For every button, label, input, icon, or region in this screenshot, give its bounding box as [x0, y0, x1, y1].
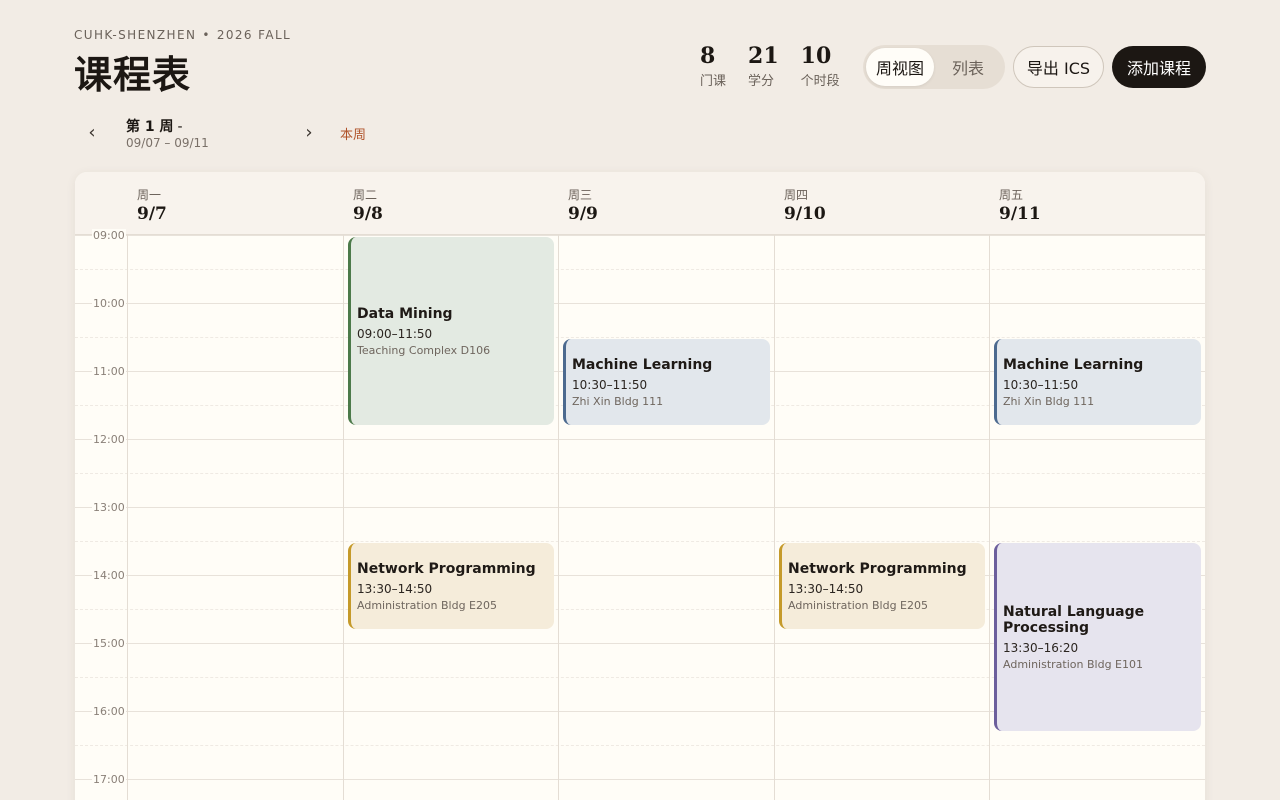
stat-credits-value: 21	[748, 43, 779, 69]
hour-line	[75, 779, 1205, 780]
course-location: Zhi Xin Bldg 111	[572, 394, 664, 408]
add-course-button[interactable]: 添加课程	[1112, 46, 1206, 88]
half-hour-line	[75, 269, 1205, 270]
separator-dot: •	[202, 28, 211, 42]
hour-label: 13:00	[92, 501, 126, 514]
hour-label: 11:00	[92, 365, 126, 378]
course-event[interactable]: Network Programming 13:30–14:50 Administ…	[779, 543, 985, 629]
day-header-mon: 周一 9/7	[137, 186, 167, 224]
stat-courses-value: 8	[700, 43, 716, 69]
day-name: 周五	[999, 188, 1024, 202]
stat-slots-value: 10	[800, 43, 832, 69]
day-date: 9/10	[784, 204, 826, 224]
stat-courses-label: 门课	[700, 74, 727, 89]
day-date: 9/9	[568, 204, 598, 224]
half-hour-line	[75, 473, 1205, 474]
export-ics-button[interactable]: 导出 ICS	[1013, 46, 1104, 88]
half-hour-line	[75, 337, 1205, 338]
course-location: Administration Bldg E205	[788, 598, 928, 612]
column-line	[558, 235, 559, 800]
time-grid: 09:00 10:00 11:00 12:00 13:00 14:00 15:0…	[75, 229, 1205, 800]
school-name: CUHK-SHENZHEN	[74, 28, 197, 42]
course-event[interactable]: Network Programming 13:30–14:50 Administ…	[348, 543, 554, 629]
hour-label: 16:00	[92, 705, 126, 718]
course-time: 09:00–11:50	[357, 326, 433, 341]
course-location: Administration Bldg E101	[1003, 657, 1143, 671]
half-hour-line	[75, 745, 1205, 746]
week-number: 第 1 周	[126, 119, 174, 135]
week-range: 09/07 – 09/11	[126, 136, 209, 150]
week-title: 第 1 周-	[126, 116, 183, 136]
page-title: 课程表	[74, 52, 192, 97]
course-name: Network Programming	[788, 560, 967, 577]
this-week-link[interactable]: 本周	[340, 124, 366, 143]
course-location: Teaching Complex D106	[357, 343, 491, 357]
day-date: 9/7	[137, 204, 167, 224]
course-event[interactable]: Data Mining 09:00–11:50 Teaching Complex…	[348, 237, 554, 425]
column-line	[343, 235, 344, 800]
half-hour-line	[75, 541, 1205, 542]
term-name: 2026 FALL	[216, 28, 292, 42]
hour-label: 14:00	[92, 569, 126, 582]
week-calendar: 周一 9/7 周二 9/8 周三 9/9 周四 9/10 周五 9/11 09:…	[75, 172, 1205, 800]
hour-label: 15:00	[92, 637, 126, 650]
column-line	[127, 235, 128, 800]
course-name: Machine Learning	[572, 356, 713, 373]
course-time: 13:30–14:50	[788, 581, 864, 596]
column-line	[774, 235, 775, 800]
stat-slots-label: 个时段	[800, 74, 840, 89]
course-name: Network Programming	[357, 560, 536, 577]
hour-label: 10:00	[92, 297, 126, 310]
column-line	[989, 235, 990, 800]
day-name: 周四	[784, 188, 809, 202]
next-week-icon[interactable]: ›	[299, 122, 319, 143]
course-name: Natural Language Processing	[1003, 603, 1145, 636]
hour-line	[75, 439, 1205, 440]
hour-label: 09:00	[92, 229, 126, 242]
week-view-button[interactable]: 周视图	[866, 48, 934, 86]
day-date: 9/11	[999, 204, 1041, 224]
week-navigator: ‹ 第 1 周- 09/07 – 09/11 › 本周	[74, 116, 394, 156]
stat-credits-label: 学分	[748, 74, 775, 89]
hour-label: 17:00	[92, 773, 126, 786]
day-date: 9/8	[353, 204, 383, 224]
page-header: CUHK-SHENZHEN • 2026 FALL 课程表	[74, 28, 291, 99]
course-time: 10:30–11:50	[1003, 377, 1079, 392]
list-view-button[interactable]: 列表	[934, 48, 1002, 86]
hour-line	[75, 235, 1205, 236]
stat-credits: 21 学分	[748, 42, 779, 89]
calendar-header: 周一 9/7 周二 9/8 周三 9/9 周四 9/10 周五 9/11	[75, 172, 1205, 235]
day-header-wed: 周三 9/9	[568, 186, 598, 224]
prev-week-icon[interactable]: ‹	[82, 122, 102, 143]
course-name: Data Mining	[357, 305, 453, 322]
hour-line	[75, 303, 1205, 304]
course-name: Machine Learning	[1003, 356, 1144, 373]
day-header-fri: 周五 9/11	[999, 186, 1041, 224]
stat-slots: 10 个时段	[801, 42, 840, 89]
week-dash: -	[177, 119, 183, 135]
course-time: 10:30–11:50	[572, 377, 648, 392]
view-toggle: 周视图 列表	[863, 45, 1005, 89]
course-event[interactable]: Machine Learning 10:30–11:50 Zhi Xin Bld…	[994, 339, 1201, 425]
day-name: 周二	[353, 188, 378, 202]
day-header-thu: 周四 9/10	[784, 186, 826, 224]
course-event[interactable]: Natural Language Processing 13:30–16:20 …	[994, 543, 1201, 731]
term-subtitle: CUHK-SHENZHEN • 2026 FALL	[74, 28, 291, 42]
day-name: 周三	[568, 188, 593, 202]
course-event[interactable]: Machine Learning 10:30–11:50 Zhi Xin Bld…	[563, 339, 770, 425]
hour-label: 12:00	[92, 433, 126, 446]
stat-courses: 8 门课	[700, 42, 726, 89]
course-time: 13:30–14:50	[357, 581, 433, 596]
hour-line	[75, 507, 1205, 508]
day-header-tue: 周二 9/8	[353, 186, 383, 224]
stats-summary: 8 门课 21 学分 10 个时段	[700, 42, 840, 89]
day-name: 周一	[137, 188, 162, 202]
course-location: Administration Bldg E205	[357, 598, 497, 612]
course-location: Zhi Xin Bldg 111	[1003, 394, 1095, 408]
course-time: 13:30–16:20	[1003, 640, 1079, 655]
